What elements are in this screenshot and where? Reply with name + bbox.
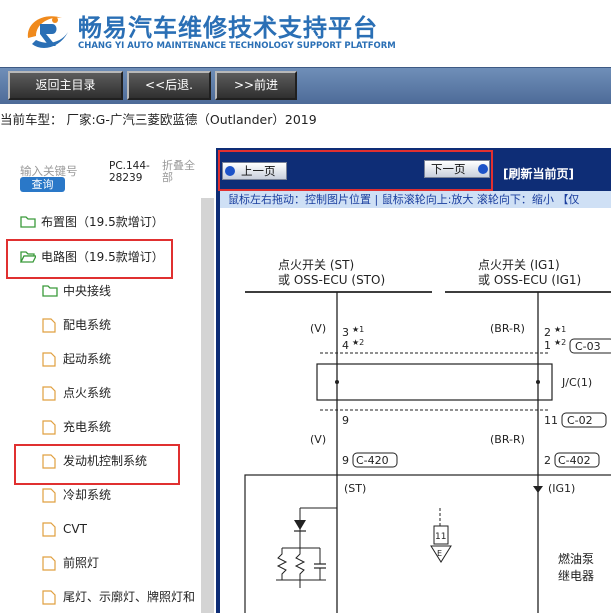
document-icon bbox=[42, 488, 56, 503]
right-pin-a: 2 bbox=[544, 326, 551, 339]
current-model: 当前车型： 厂家:G-广汽三菱欧蓝德（Outlander）2019 bbox=[0, 112, 317, 127]
document-icon bbox=[42, 420, 56, 435]
highlight-circuit bbox=[6, 239, 173, 279]
left-wire-color-2: (V) bbox=[310, 433, 326, 446]
left-wire-color: (V) bbox=[310, 322, 326, 335]
diagram-viewer: 上一页 下一页 [刷新当前页] 鼠标左右拖动：控制图片位置 | 鼠标滚轮向上:放… bbox=[216, 148, 611, 613]
highlight-page-nav bbox=[218, 150, 493, 191]
highlight-engine-control bbox=[14, 444, 180, 485]
right-wire-color-2: (BR-R) bbox=[490, 433, 525, 446]
search-button[interactable]: 查询 bbox=[20, 177, 65, 192]
left-jc-pin: 9 bbox=[342, 414, 349, 427]
right-jc-pin: 11 bbox=[544, 414, 558, 427]
right-star-2: ★2 bbox=[554, 338, 566, 347]
document-icon bbox=[42, 318, 56, 333]
nav-bar: 返回主目录 <<后退. >>前进 bbox=[0, 67, 611, 104]
document-icon bbox=[42, 590, 56, 605]
right-switch-title: 点火开关 (IG1) bbox=[478, 258, 560, 272]
back-button[interactable]: <<后退. bbox=[127, 71, 211, 100]
tree-item-label: 中央接线 bbox=[63, 284, 112, 298]
pc-code: PC.144-28239 bbox=[109, 160, 150, 184]
right-wire-color: (BR-R) bbox=[490, 322, 525, 335]
tree-item-label: 布置图（19.5款增订） bbox=[41, 215, 164, 229]
site-header: 畅易汽车维修技术支持平台 CHANG YI AUTO MAINTENANCE T… bbox=[0, 0, 611, 67]
left-ecu-pin: 9 bbox=[342, 454, 349, 467]
folder-icon bbox=[20, 216, 36, 228]
tree-item-label: 尾灯、示廓灯、牌照灯和 bbox=[63, 590, 196, 604]
left-star-2: ★2 bbox=[352, 338, 364, 347]
left-pin-b: 4 bbox=[342, 339, 349, 352]
hint-bar: 鼠标左右拖动：控制图片位置 | 鼠标滚轮向上:放大 滚轮向下：缩小 【仅 bbox=[220, 191, 611, 208]
ground-pin: 11 bbox=[435, 532, 446, 542]
document-icon bbox=[42, 386, 56, 401]
tree-item-label: 点火系统 bbox=[63, 386, 112, 400]
left-star-1: ★1 bbox=[352, 325, 364, 334]
collapse-all-button[interactable]: 折叠全部 bbox=[162, 160, 198, 184]
left-ecu-connector: C-420 bbox=[356, 454, 389, 467]
tree-item-label: 充电系统 bbox=[63, 420, 112, 434]
sidebar: 输入关键号 查询 PC.144-28239 折叠全部 布置图（19.5款增订） … bbox=[0, 148, 216, 613]
left-switch-subtitle: 或 OSS-ECU (STO) bbox=[278, 273, 385, 287]
right-ecu-connector: C-402 bbox=[558, 454, 591, 467]
document-icon bbox=[42, 352, 56, 367]
wiring-diagram[interactable]: 点火开关 (ST) 或 OSS-ECU (STO) 点火开关 (IG1) 或 O… bbox=[220, 208, 611, 613]
right-signal-label: (IG1) bbox=[548, 482, 575, 495]
relay-label: 燃油泵 bbox=[558, 551, 594, 566]
ground-letter: E bbox=[437, 549, 442, 558]
left-switch-title: 点火开关 (ST) bbox=[278, 258, 354, 272]
relay-label-2: 继电器 bbox=[558, 569, 594, 583]
viewer-toolbar: 上一页 下一页 [刷新当前页] bbox=[216, 148, 611, 191]
left-pin-a: 3 bbox=[342, 326, 349, 339]
tree-item-label: 配电系统 bbox=[63, 318, 112, 332]
right-star-1: ★1 bbox=[554, 325, 566, 334]
sidebar-scrollbar[interactable] bbox=[201, 198, 214, 613]
right-switch-subtitle: 或 OSS-ECU (IG1) bbox=[478, 273, 581, 287]
right-jc-connector: C-02 bbox=[567, 414, 593, 427]
jc-label: J/C(1) bbox=[561, 376, 592, 389]
right-pin-b: 1 bbox=[544, 339, 551, 352]
right-ecu-pin: 2 bbox=[544, 454, 551, 467]
tree-item-tail-lamp[interactable]: 尾灯、示廓灯、牌照灯和 bbox=[42, 587, 200, 607]
site-title: 畅易汽车维修技术支持平台 bbox=[78, 14, 378, 42]
forward-button[interactable]: >>前进 bbox=[215, 71, 297, 100]
tree-item-label: 前照灯 bbox=[63, 556, 100, 570]
refresh-link[interactable]: [刷新当前页] bbox=[503, 165, 574, 182]
cy-logo-icon bbox=[27, 16, 68, 48]
right-connector-top: C-03 bbox=[575, 340, 601, 353]
tree-item-label: 起动系统 bbox=[63, 352, 112, 366]
document-icon bbox=[42, 522, 56, 537]
document-icon bbox=[42, 556, 56, 571]
left-signal-label: (ST) bbox=[344, 482, 366, 495]
tree-item-label: CVT bbox=[63, 522, 87, 536]
site-subtitle: CHANG YI AUTO MAINTENANCE TECHNOLOGY SUP… bbox=[78, 41, 396, 51]
tree-item-label: 冷却系统 bbox=[63, 488, 112, 502]
wiring-diagram-svg: 点火开关 (ST) 或 OSS-ECU (STO) 点火开关 (IG1) 或 O… bbox=[244, 258, 611, 613]
home-button[interactable]: 返回主目录 bbox=[8, 71, 123, 100]
folder-icon bbox=[42, 285, 58, 297]
